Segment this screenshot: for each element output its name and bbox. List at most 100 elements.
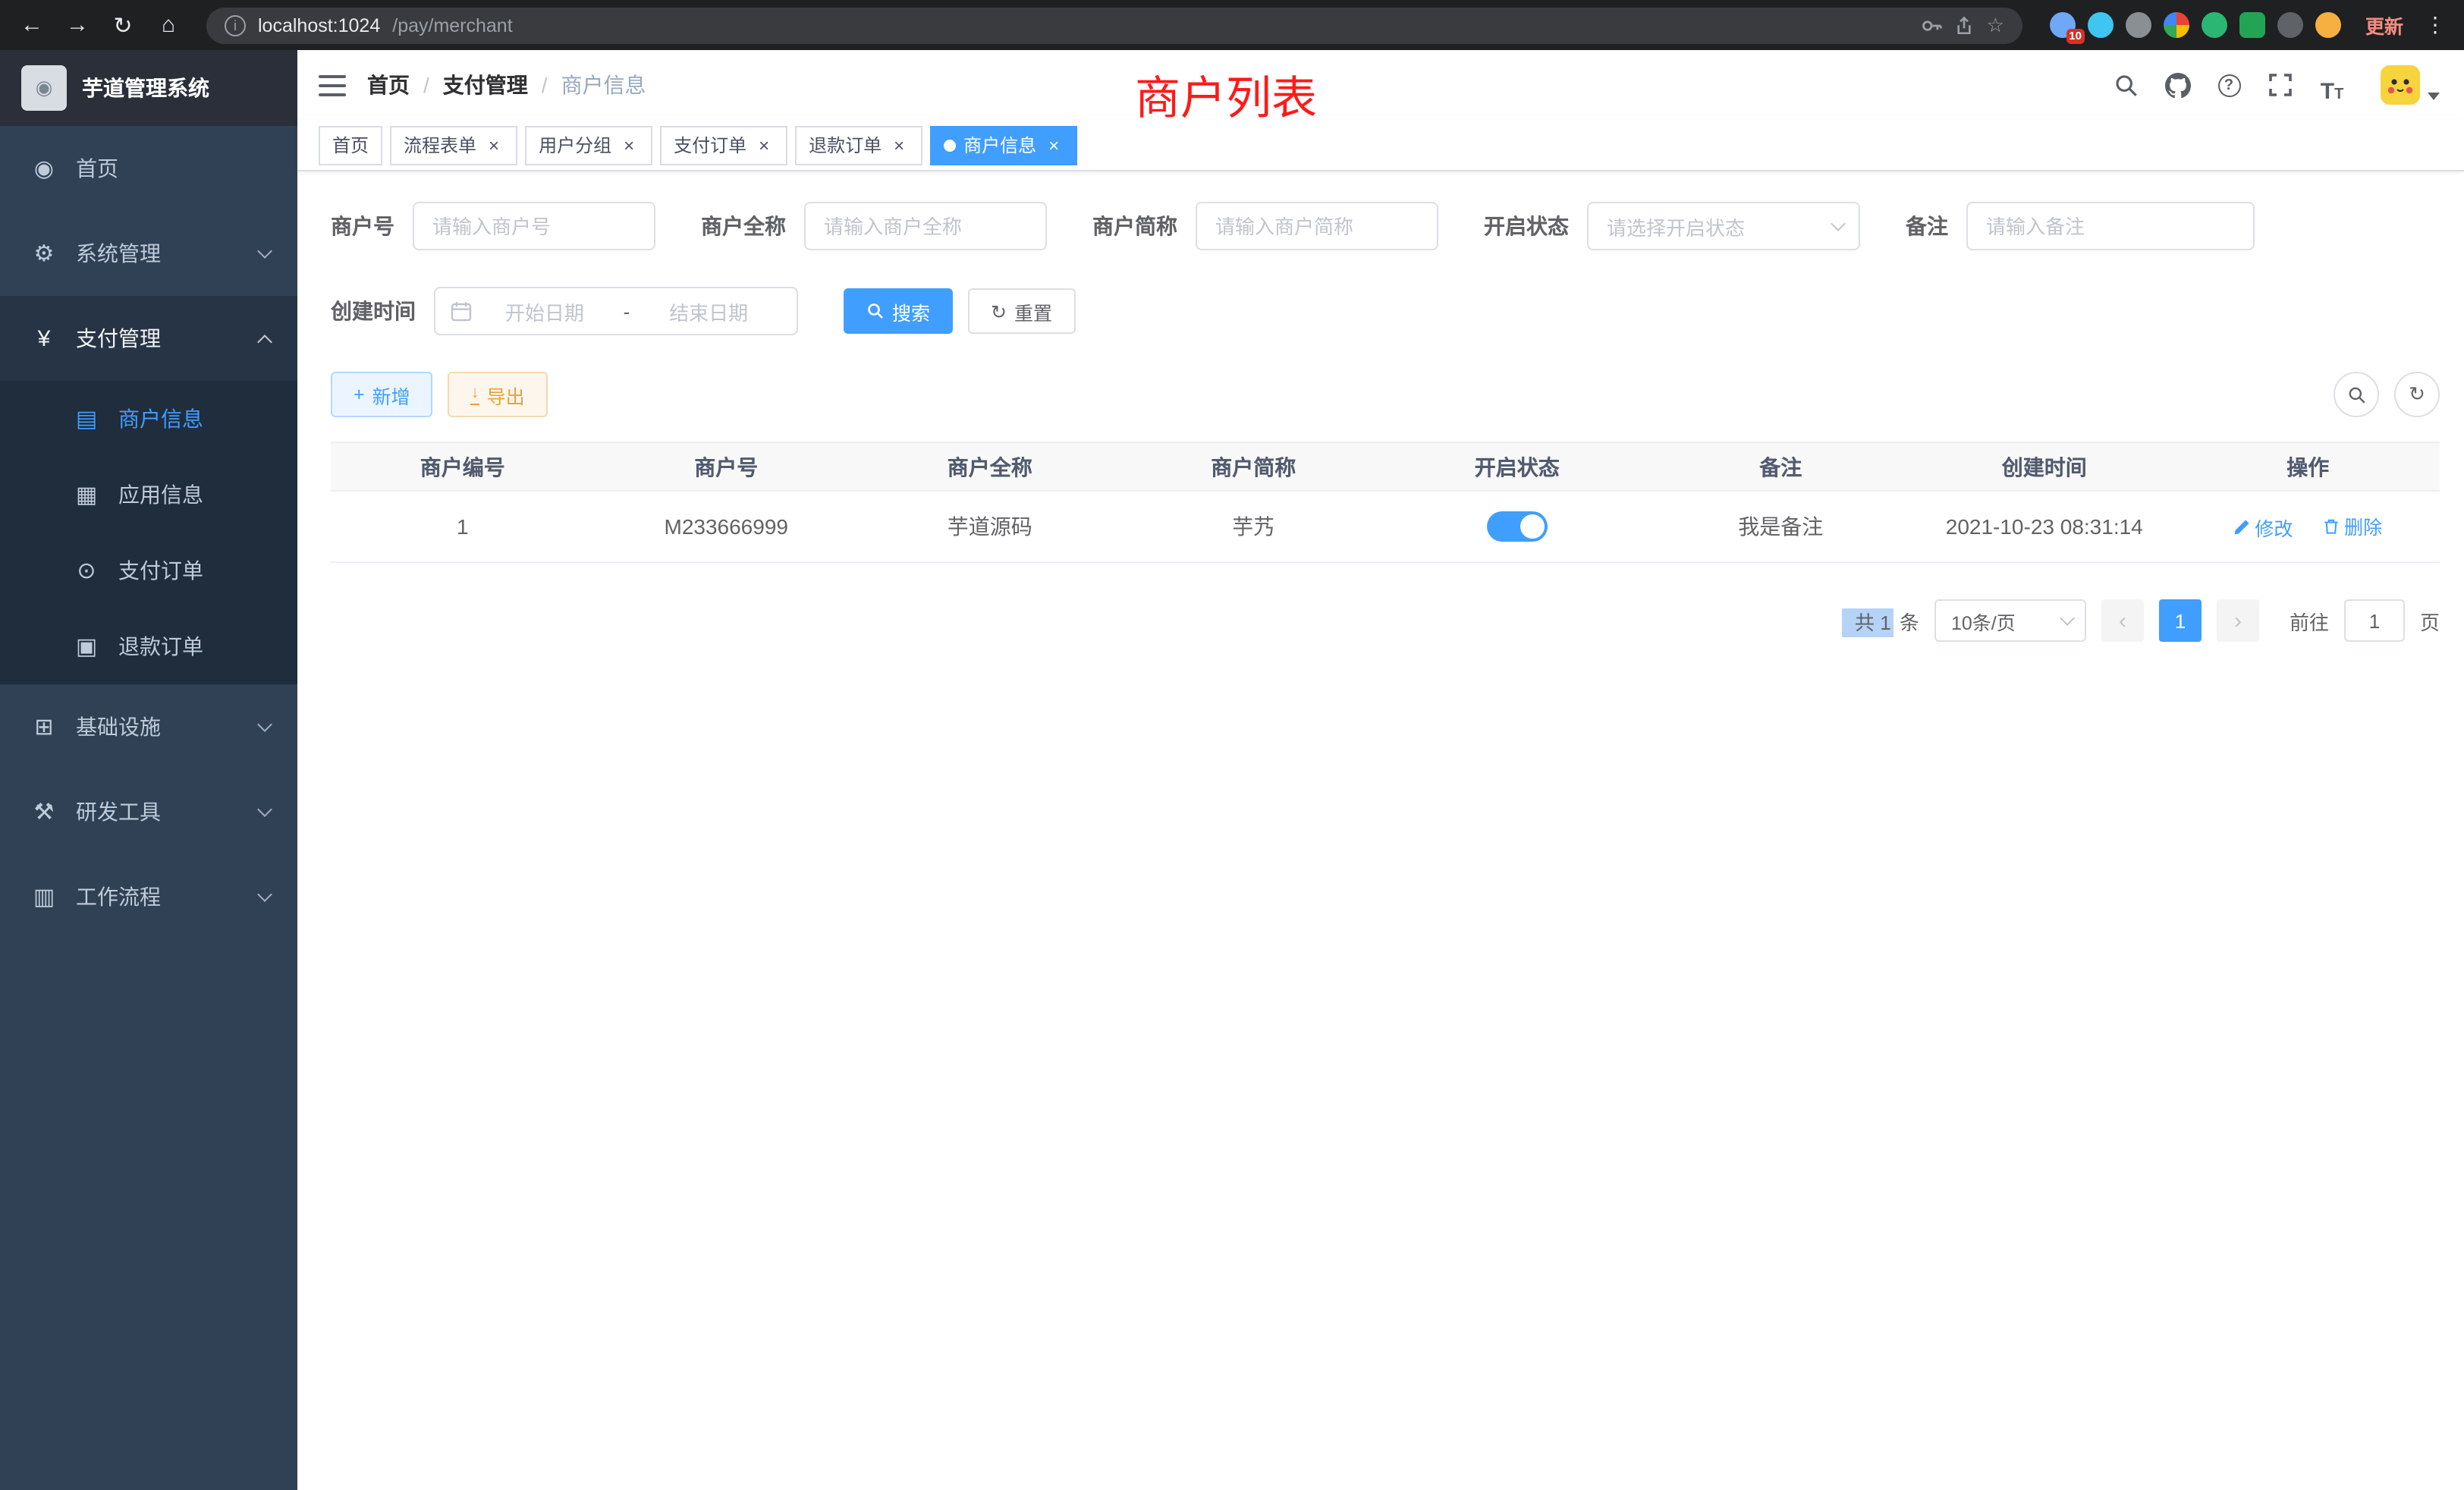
bookmark-star-icon[interactable]: ☆ <box>1987 13 2004 37</box>
browser-forward-icon[interactable]: → <box>58 5 97 45</box>
breadcrumb: 首页 / 支付管理 / 商户信息 <box>367 70 646 100</box>
sidebar-item-pay-order[interactable]: ⊙ 支付订单 <box>0 533 297 608</box>
tab-label: 流程表单 <box>404 132 476 158</box>
fullscreen-icon[interactable] <box>2262 67 2299 103</box>
extension-notes-icon[interactable] <box>2239 12 2265 38</box>
address-bar[interactable]: i localhost:1024 /pay/merchant ☆ <box>206 7 2022 43</box>
refresh-icon: ↻ <box>991 300 1007 322</box>
edit-link[interactable]: 修改 <box>2233 513 2293 542</box>
sidebar-item-refund-order[interactable]: ▣ 退款订单 <box>0 608 297 684</box>
reset-button[interactable]: ↻ 重置 <box>968 288 1075 334</box>
short-name-input[interactable] <box>1196 202 1438 250</box>
table-header-row: 商户编号 商户号 商户全称 商户简称 开启状态 备注 创建时间 操作 <box>331 442 2440 491</box>
sidebar-logo[interactable]: ◉ 芋道管理系统 <box>0 50 297 126</box>
font-size-icon[interactable]: TT <box>2314 67 2350 103</box>
refresh-table-button[interactable]: ↻ <box>2394 372 2440 417</box>
sidebar-item-infrastructure[interactable]: ⊞ 基础设施 <box>0 684 297 769</box>
tab-user-group[interactable]: 用户分组 × <box>525 125 652 165</box>
export-button[interactable]: ↓ 导出 <box>448 372 548 417</box>
end-date-placeholder: 结束日期 <box>636 297 781 325</box>
toolbar-right: ↻ <box>2334 372 2440 417</box>
pagination: 共 1 条 10条/页 ‹ 1 › 前往 页 <box>331 599 2440 642</box>
tab-home[interactable]: 首页 <box>319 125 382 165</box>
tab-close-icon[interactable]: × <box>484 135 504 155</box>
goto-page-input[interactable] <box>2344 599 2405 642</box>
full-name-input[interactable] <box>804 202 1047 250</box>
user-menu[interactable] <box>2381 65 2440 105</box>
tab-close-icon[interactable]: × <box>889 135 909 155</box>
tab-pay-order[interactable]: 支付订单 × <box>660 125 787 165</box>
status-select[interactable]: 请选择开启状态 <box>1587 202 1860 250</box>
status-switch[interactable] <box>1487 511 1548 542</box>
browser-update-button[interactable]: 更新 <box>2365 11 2403 39</box>
sidebar-item-label: 商户信息 <box>118 404 270 434</box>
password-key-icon[interactable] <box>1922 14 1943 36</box>
search-icon[interactable] <box>2107 67 2144 103</box>
cell-merchant-id: 1 <box>331 491 595 562</box>
header-actions: ? TT <box>2107 65 2440 105</box>
site-info-icon[interactable]: i <box>225 14 246 36</box>
filter-label: 商户全称 <box>701 211 786 241</box>
filter-label: 备注 <box>1906 211 1948 241</box>
page-size-select[interactable]: 10条/页 <box>1934 599 2086 642</box>
card-icon: ▤ <box>73 405 100 432</box>
gear-icon: ⚙ <box>30 240 58 267</box>
sidebar-item-app-info[interactable]: ▦ 应用信息 <box>0 457 297 533</box>
trash-icon <box>2323 517 2340 536</box>
col-remark: 备注 <box>1649 442 1913 491</box>
extension-dark-puzzle-icon[interactable] <box>2277 12 2303 38</box>
sidebar-item-merchant-info[interactable]: ▤ 商户信息 <box>0 381 297 457</box>
extension-emoji-icon[interactable] <box>2315 12 2341 38</box>
sidebar-item-dev-tools[interactable]: ⚒ 研发工具 <box>0 769 297 854</box>
page-1-button[interactable]: 1 <box>2159 599 2202 642</box>
prev-page-button[interactable]: ‹ <box>2101 599 2144 642</box>
hamburger-icon[interactable] <box>297 50 367 120</box>
table-row: 1 M233666999 芋道源码 芋艿 我是备注 2021-10-23 08:… <box>331 491 2440 562</box>
app-shell: ◉ 芋道管理系统 ◉ 首页 ⚙ 系统管理 ¥ 支付管理 ▤ 商户信息 <box>0 50 2464 1490</box>
extension-colorwheel-icon[interactable] <box>2164 12 2189 38</box>
extension-badge: 10 <box>2066 29 2085 44</box>
tab-process-form[interactable]: 流程表单 × <box>390 125 517 165</box>
refresh-icon: ↻ <box>2409 382 2425 407</box>
cell-remark: 我是备注 <box>1649 491 1913 562</box>
github-icon[interactable] <box>2159 67 2195 103</box>
extension-puzzle-icon[interactable]: 10 <box>2050 12 2076 38</box>
browser-menu-icon[interactable]: ⋮ <box>2425 12 2446 38</box>
browser-back-icon[interactable]: ← <box>12 5 52 45</box>
breadcrumb-home[interactable]: 首页 <box>367 70 410 100</box>
tab-merchant-info[interactable]: 商户信息 × <box>930 125 1077 165</box>
next-page-button[interactable]: › <box>2217 599 2259 642</box>
extension-green-circle-icon[interactable] <box>2202 12 2227 38</box>
goto-label: 前往 <box>2290 606 2329 635</box>
sidebar-item-home[interactable]: ◉ 首页 <box>0 126 297 211</box>
tab-close-icon[interactable]: × <box>754 135 774 155</box>
create-time-range-picker[interactable]: 开始日期 - 结束日期 <box>434 287 798 335</box>
share-icon[interactable] <box>1955 14 1975 36</box>
delete-link[interactable]: 删除 <box>2323 512 2382 541</box>
font-size-small-glyph: T <box>2334 88 2343 103</box>
add-button[interactable]: + 新增 <box>331 372 433 417</box>
search-button-label: 搜索 <box>892 297 930 325</box>
tab-close-icon[interactable]: × <box>1044 135 1064 155</box>
filter-row-1: 商户号 商户全称 商户简称 开启状态 请选择开启状态 <box>331 202 2440 250</box>
extension-gray-icon[interactable] <box>2126 12 2151 38</box>
breadcrumb-pay[interactable]: 支付管理 <box>443 70 528 100</box>
remark-input[interactable] <box>1966 202 2255 250</box>
browser-home-icon[interactable]: ⌂ <box>149 5 188 45</box>
browser-refresh-icon[interactable]: ↻ <box>103 5 143 45</box>
extension-toolbar: 10 <box>2050 12 2341 38</box>
tags-view: 首页 流程表单 × 用户分组 × 支付订单 × 退款订单 × <box>297 120 2464 171</box>
breadcrumb-current: 商户信息 <box>561 70 646 100</box>
sidebar-item-workflow[interactable]: ▥ 工作流程 <box>0 854 297 939</box>
tab-close-icon[interactable]: × <box>619 135 639 155</box>
merchant-no-input[interactable] <box>413 202 655 250</box>
sidebar-item-system[interactable]: ⚙ 系统管理 <box>0 211 297 296</box>
toggle-search-button[interactable] <box>2334 372 2379 417</box>
search-button[interactable]: 搜索 <box>844 288 953 334</box>
tab-refund-order[interactable]: 退款订单 × <box>795 125 922 165</box>
help-icon[interactable]: ? <box>2211 67 2247 103</box>
extension-drop-icon[interactable] <box>2088 12 2114 38</box>
pencil-icon <box>2233 519 2250 536</box>
sidebar-item-pay[interactable]: ¥ 支付管理 <box>0 296 297 381</box>
col-short-name: 商户简称 <box>1122 442 1386 491</box>
